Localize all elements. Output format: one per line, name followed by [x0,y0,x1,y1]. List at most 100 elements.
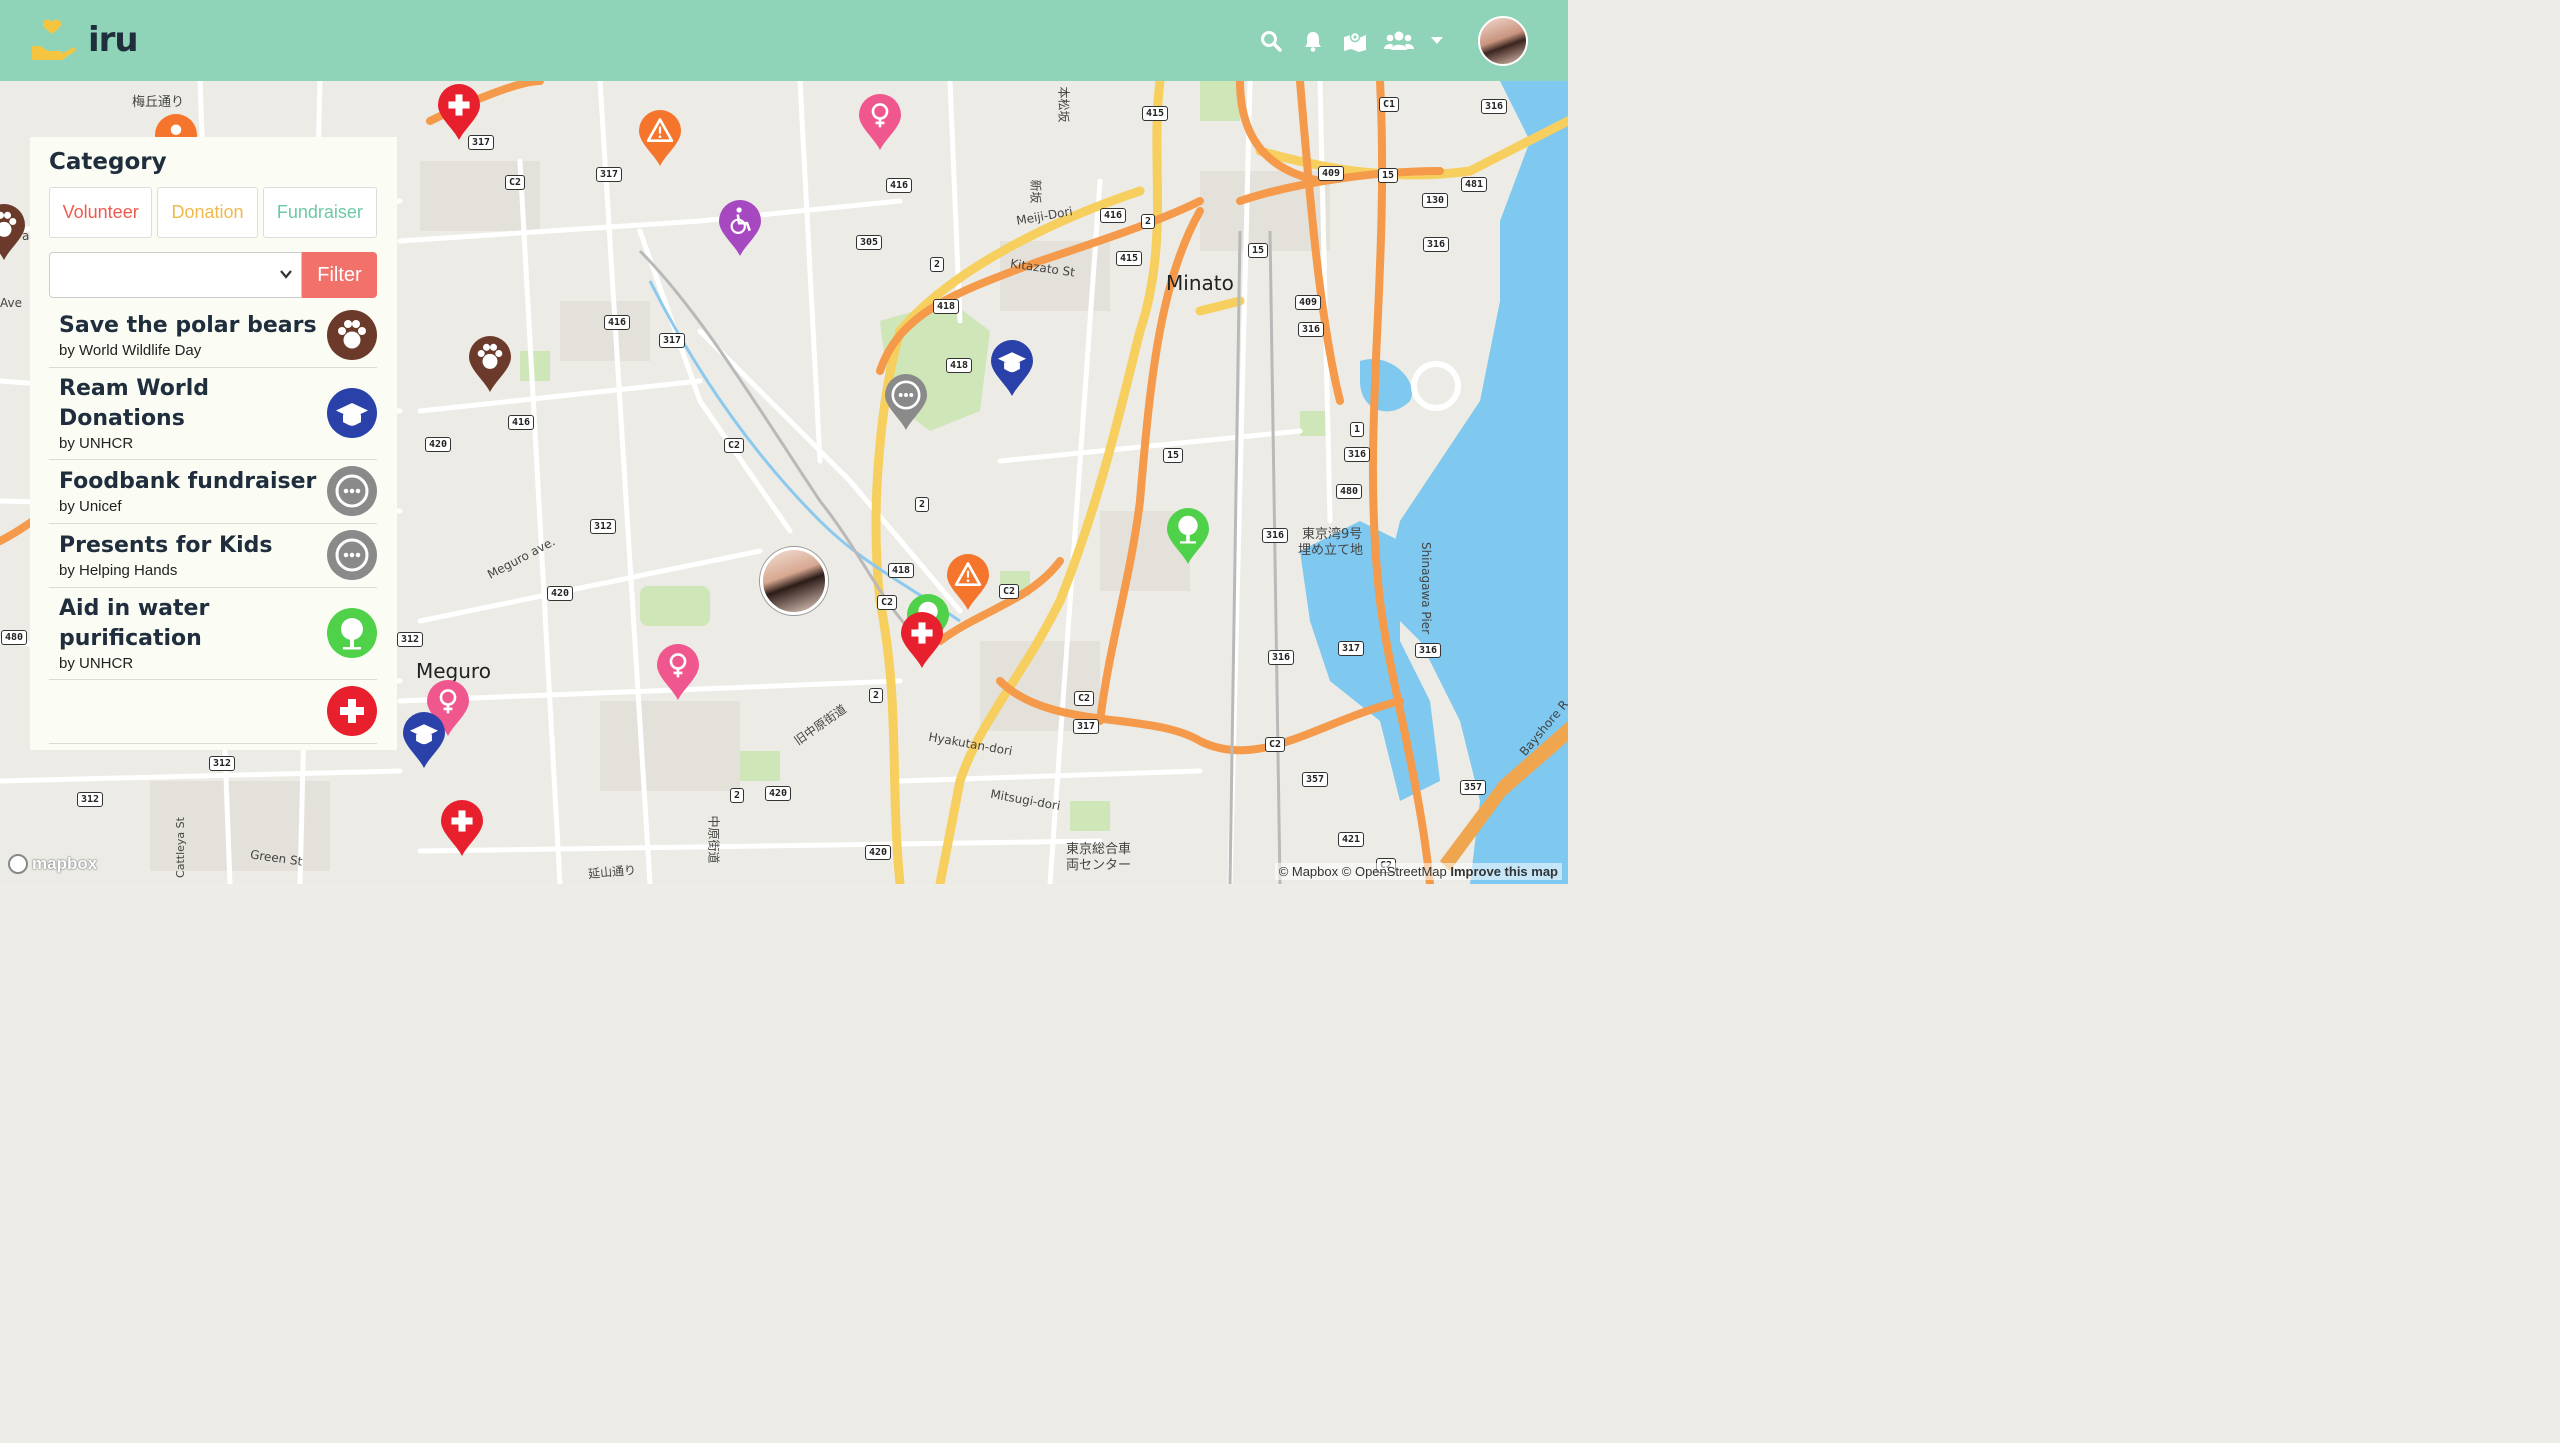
category-donation-button[interactable]: Donation [157,187,258,238]
event-text: Aid in water purification by UNHCR [59,594,327,672]
graduation-cap-icon [991,340,1033,396]
road-shield: 418 [946,358,973,373]
warning-icon [947,554,989,610]
filter-button[interactable]: Filter [302,252,377,298]
road-shield: 15 [1163,448,1184,463]
event-title: Ream World Donations [59,376,210,431]
mapbox-logo[interactable]: mapbox [8,854,97,874]
event-list-item[interactable]: Foodbank fundraiser by Unicef [49,460,377,524]
road-shield: 2 [915,497,930,512]
ellipsis-icon [327,530,377,580]
filter-select[interactable] [49,252,302,298]
sidebar-title: Category [49,149,167,175]
map-pin-warning[interactable] [946,553,990,611]
road-shield: 312 [590,519,617,534]
map-pin-paw[interactable] [468,335,512,393]
map-pin-cross[interactable] [440,799,484,857]
paw-icon [469,336,511,392]
road-shield: 15 [1248,243,1269,258]
tree-icon [1167,508,1209,564]
event-title: Presents for Kids [59,533,273,558]
road-shield: C2 [877,595,898,610]
road-shield: 312 [77,792,104,807]
map-pin-paw[interactable] [0,203,26,261]
road-shield: 15 [1378,168,1399,183]
road-shield: 130 [1422,193,1449,208]
event-text: Save the polar bears by World Wildlife D… [59,311,327,359]
map-label-honmatsu: 本松坂 [1056,86,1071,123]
road-shield: 421 [1338,832,1365,847]
users-icon[interactable] [1384,28,1414,54]
map-pin-graduation-cap[interactable] [402,711,446,769]
road-shield: 357 [1302,772,1329,787]
road-shield: 305 [856,235,883,250]
map-icon[interactable] [1342,28,1368,54]
attribution-mapbox[interactable]: © Mapbox [1279,864,1338,879]
cross-icon [438,84,480,140]
road-shield: C1 [1379,97,1400,112]
user-avatar[interactable] [1478,16,1528,66]
map-pin-cross[interactable] [437,83,481,141]
graduation-cap-icon [403,712,445,768]
map-pin-warning[interactable] [638,109,682,167]
road-shield: 316 [1423,237,1450,252]
map-pin-wheelchair[interactable] [718,199,762,257]
map-pin-tree[interactable] [1166,507,1210,565]
road-shield: 316 [1344,447,1371,462]
nav-icons [1258,16,1528,66]
event-list-item[interactable]: Presents for Kids by Helping Hands [49,524,377,588]
category-sidebar: Category Volunteer Donation Fundraiser F… [30,137,397,750]
map-pin-ellipsis[interactable] [884,373,928,431]
brand[interactable]: iru [30,18,139,62]
road-shield: 420 [865,845,892,860]
event-title: Aid in water purification [59,596,210,651]
app-name: iru [88,20,139,60]
road-shield: 416 [886,178,913,193]
map-pin-graduation-cap[interactable] [990,339,1034,397]
ellipsis-icon [327,466,377,516]
graduation-cap-icon [327,388,377,438]
road-shield: 420 [547,586,574,601]
road-shield: 317 [659,333,686,348]
event-list-item[interactable]: Save the polar bears by World Wildlife D… [49,304,377,368]
road-shield: 420 [425,437,452,452]
event-list-item[interactable]: Aid in water purification by UNHCR [49,588,377,680]
event-list-item[interactable]: Ream World Donations by UNHCR [49,368,377,460]
category-fundraiser-button[interactable]: Fundraiser [262,187,377,238]
map-pin-cross[interactable] [900,611,944,669]
road-shield: 409 [1318,166,1345,181]
map-label-ave: Ave [0,296,22,310]
road-shield: C2 [505,175,526,190]
event-organizer: by UNHCR [59,655,134,672]
current-user-location-marker[interactable] [760,547,828,615]
road-shield: 416 [604,315,631,330]
top-navbar: iru [0,0,1568,81]
event-list: Save the polar bears by World Wildlife D… [49,304,377,744]
attribution-osm[interactable]: © OpenStreetMap [1342,864,1447,879]
map-label-shinzaka: 新坂 [1028,179,1043,204]
road-shield: 2 [869,688,884,703]
event-organizer: by World Wildlife Day [59,342,202,359]
road-shield: 316 [1481,99,1508,114]
road-shield: 317 [1338,641,1365,656]
improve-map-link[interactable]: Improve this map [1450,864,1558,879]
road-shield: 2 [930,257,945,272]
mapbox-logo-text: mapbox [32,854,98,873]
caret-down-icon[interactable] [1430,28,1444,54]
map-label-minato: Minato [1166,271,1234,295]
road-shield: 418 [933,299,960,314]
helping-hand-logo-icon [30,18,78,62]
map-pin-female[interactable] [656,643,700,701]
road-shield: C2 [724,438,745,453]
category-volunteer-button[interactable]: Volunteer [49,187,153,238]
search-icon[interactable] [1258,28,1284,54]
road-shield: 409 [1295,295,1322,310]
road-shield: C2 [1265,737,1286,752]
ellipsis-icon [885,374,927,430]
road-shield: 316 [1262,528,1289,543]
road-shield: 2 [1141,214,1156,229]
event-list-item-partial[interactable] [49,680,377,744]
map-label-cattleya: Cattleya St [173,817,187,878]
bell-icon[interactable] [1300,28,1326,54]
map-pin-female[interactable] [858,93,902,151]
